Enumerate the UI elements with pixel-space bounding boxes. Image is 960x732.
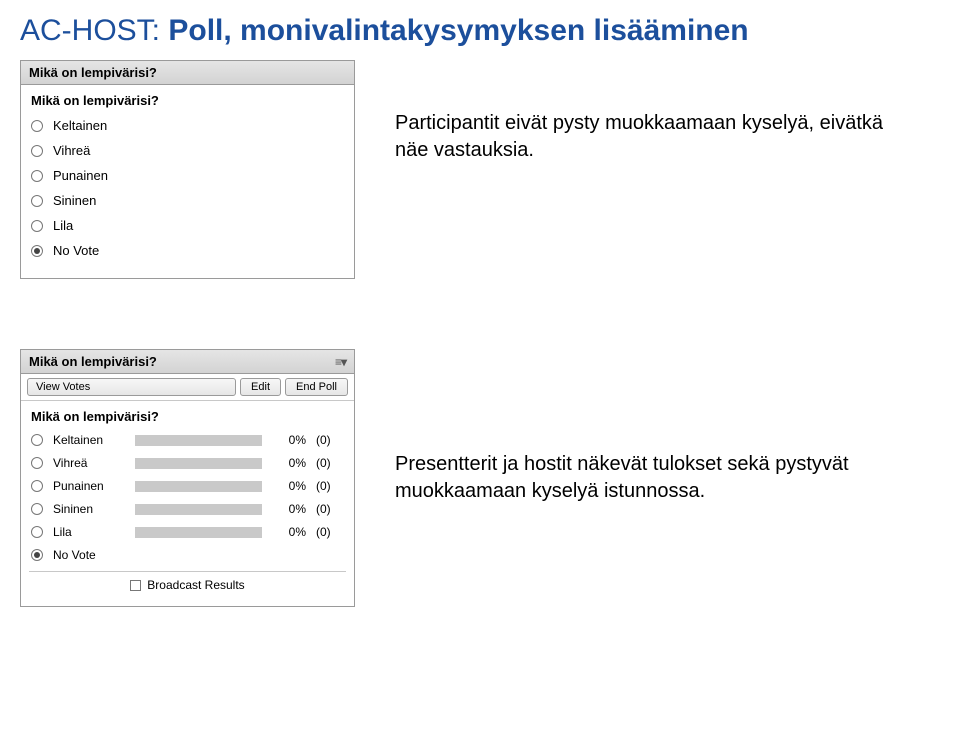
radio-icon [31,457,43,469]
poll-option[interactable]: Sininen [31,193,344,208]
option-label: Sininen [53,193,96,208]
radio-icon [31,480,43,492]
title-bold: Poll, monivalintakysymyksen lisääminen [168,14,748,47]
panel-menu-icon[interactable]: ≡▾ [335,355,346,369]
poll-option[interactable]: Keltainen [31,118,344,133]
result-row[interactable]: Keltainen 0% (0) [31,433,344,447]
count-label: (0) [316,502,344,516]
option-label: Keltainen [53,433,125,447]
count-label: (0) [316,525,344,539]
radio-icon [31,503,43,515]
option-label: No Vote [53,243,99,258]
count-label: (0) [316,479,344,493]
panel-header: Mikä on lempivärisi? ≡▾ [21,350,354,374]
poll-option[interactable]: No Vote [31,548,344,562]
option-label: Punainen [53,479,125,493]
radio-icon [31,220,43,232]
percent-label: 0% [272,502,306,516]
poll-question: Mikä on lempivärisi? [31,409,346,424]
poll-question: Mikä on lempivärisi? [31,93,346,108]
host-poll-panel: Mikä on lempivärisi? ≡▾ View Votes Edit … [20,349,355,607]
option-label: Vihreä [53,456,125,470]
result-bar [135,527,262,538]
result-bar [135,481,262,492]
end-poll-button[interactable]: End Poll [285,378,348,396]
option-label: Keltainen [53,118,107,133]
broadcast-label: Broadcast Results [147,578,244,592]
option-label: No Vote [53,548,125,562]
result-row[interactable]: Sininen 0% (0) [31,502,344,516]
radio-icon [31,195,43,207]
option-label: Lila [53,218,73,233]
percent-label: 0% [272,479,306,493]
edit-button[interactable]: Edit [240,378,281,396]
option-label: Lila [53,525,125,539]
percent-label: 0% [272,525,306,539]
option-label: Punainen [53,168,108,183]
count-label: (0) [316,456,344,470]
radio-icon [31,145,43,157]
title-prefix: AC-HOST: [20,14,168,47]
result-row[interactable]: Punainen 0% (0) [31,479,344,493]
result-bar [135,435,262,446]
poll-option[interactable]: Punainen [31,168,344,183]
panel-title: Mikä on lempivärisi? [29,354,157,369]
poll-option[interactable]: No Vote [31,243,344,258]
radio-icon [31,526,43,538]
radio-icon [31,170,43,182]
caption-participant: Participantit eivät pysty muokkaamaan ky… [395,110,885,164]
caption-host: Presentterit ja hostit näkevät tulokset … [395,451,885,505]
view-votes-button[interactable]: View Votes [27,378,236,396]
poll-option[interactable]: Lila [31,218,344,233]
radio-icon [31,549,43,561]
percent-label: 0% [272,456,306,470]
result-row[interactable]: Vihreä 0% (0) [31,456,344,470]
broadcast-checkbox[interactable] [130,580,141,591]
result-row[interactable]: Lila 0% (0) [31,525,344,539]
result-bar [135,504,262,515]
result-bar [135,458,262,469]
poll-option[interactable]: Vihreä [31,143,344,158]
panel-title: Mikä on lempivärisi? [29,65,157,80]
count-label: (0) [316,433,344,447]
percent-label: 0% [272,433,306,447]
radio-icon [31,245,43,257]
host-toolbar: View Votes Edit End Poll [21,374,354,401]
panel-header: Mikä on lempivärisi? [21,61,354,85]
panel-footer: Broadcast Results [29,571,346,596]
page-title: AC-HOST: Poll, monivalintakysymyksen lis… [20,14,940,48]
option-label: Vihreä [53,143,90,158]
option-label: Sininen [53,502,125,516]
radio-icon [31,120,43,132]
participant-poll-panel: Mikä on lempivärisi? Mikä on lempivärisi… [20,60,355,279]
radio-icon [31,434,43,446]
